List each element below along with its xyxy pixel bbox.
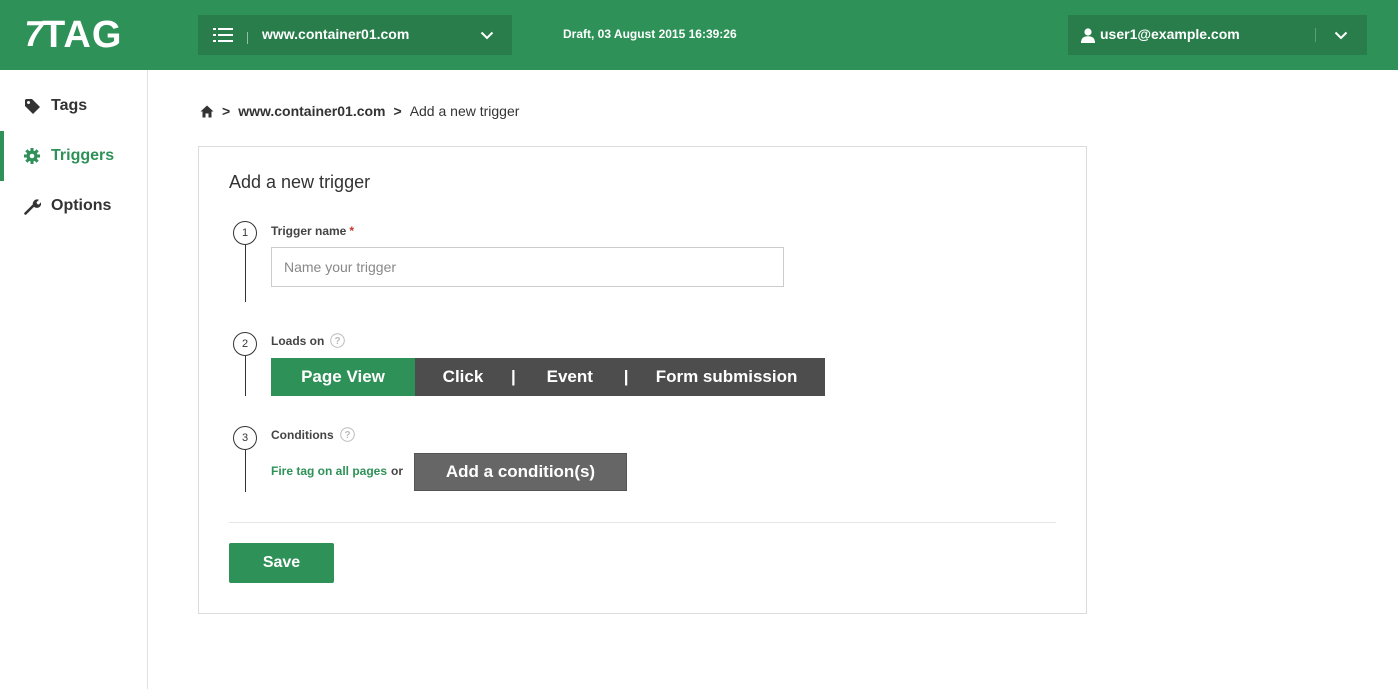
list-icon[interactable] bbox=[198, 15, 248, 55]
divider bbox=[229, 522, 1056, 523]
save-button[interactable]: Save bbox=[229, 543, 334, 583]
conditions-label: Conditions ? bbox=[271, 427, 355, 442]
required-mark: * bbox=[349, 224, 355, 238]
loads-on-event[interactable]: Event bbox=[516, 358, 624, 396]
sidebar-item-label: Options bbox=[51, 197, 112, 214]
loads-on-label: Loads on ? bbox=[271, 333, 346, 348]
loads-on-click[interactable]: Click bbox=[415, 358, 511, 396]
app-logo[interactable]: 7 TAG bbox=[21, 13, 123, 56]
logo-text: TAG bbox=[42, 14, 123, 56]
step-connector bbox=[245, 356, 246, 396]
sidebar-item-tags[interactable]: Tags bbox=[0, 81, 147, 131]
help-icon[interactable]: ? bbox=[339, 427, 355, 442]
breadcrumb-separator: > bbox=[393, 103, 402, 119]
sidebar-item-triggers[interactable]: Triggers bbox=[0, 131, 147, 181]
trigger-name-label-text: Trigger name bbox=[271, 224, 347, 238]
gear-icon bbox=[24, 148, 44, 164]
sidebar-item-label: Tags bbox=[51, 97, 88, 114]
wrench-icon bbox=[24, 198, 44, 215]
step-connector bbox=[245, 450, 246, 492]
chevron-down-icon[interactable] bbox=[1315, 15, 1367, 55]
draft-status: Draft, 03 August 2015 16:39:26 bbox=[563, 27, 737, 41]
trigger-name-input[interactable] bbox=[271, 247, 784, 287]
breadcrumb-separator: > bbox=[222, 103, 231, 119]
conditions-label-text: Conditions bbox=[271, 427, 334, 442]
fire-on-all-pages-link[interactable]: Fire tag on all pages bbox=[271, 464, 387, 478]
loads-on-selector: Page View Click | Event | Form submissio… bbox=[271, 358, 825, 396]
user-icon bbox=[1068, 27, 1100, 43]
add-condition-button[interactable]: Add a condition(s) bbox=[414, 453, 627, 491]
step-connector bbox=[245, 245, 246, 302]
loads-on-form-submission[interactable]: Form submission bbox=[629, 358, 825, 396]
loads-on-page-view[interactable]: Page View bbox=[271, 358, 415, 396]
user-email: user1@example.com bbox=[1100, 25, 1240, 42]
tag-icon bbox=[24, 98, 44, 115]
step-number-2: 2 bbox=[233, 332, 257, 356]
sidebar: Tags Triggers Options bbox=[0, 70, 148, 689]
svg-text:?: ? bbox=[344, 430, 350, 441]
or-text: or bbox=[391, 464, 404, 478]
conditions-options: Fire tag on all pages or bbox=[271, 464, 403, 478]
chevron-down-icon[interactable] bbox=[462, 31, 512, 40]
user-menu[interactable]: user1@example.com bbox=[1068, 15, 1367, 55]
breadcrumb-current: Add a new trigger bbox=[409, 103, 520, 119]
svg-text:?: ? bbox=[335, 336, 341, 347]
home-icon[interactable] bbox=[200, 105, 214, 118]
step-number-1: 1 bbox=[233, 221, 257, 245]
panel-title: Add a new trigger bbox=[229, 172, 371, 192]
loads-on-label-text: Loads on bbox=[271, 333, 325, 348]
container-selector[interactable]: www.container01.com bbox=[198, 15, 512, 55]
top-bar: 7 TAG www.container01.com Draft, 03 Augu… bbox=[0, 0, 1398, 70]
trigger-name-label: Trigger name * bbox=[271, 224, 354, 238]
breadcrumb: > www.container01.com > Add a new trigge… bbox=[200, 103, 519, 119]
sidebar-item-label: Triggers bbox=[51, 147, 115, 164]
help-icon[interactable]: ? bbox=[330, 333, 346, 348]
container-selector-value: www.container01.com bbox=[262, 25, 410, 42]
step-number-3: 3 bbox=[233, 426, 257, 450]
sidebar-item-options[interactable]: Options bbox=[0, 181, 147, 231]
breadcrumb-container-link[interactable]: www.container01.com bbox=[238, 103, 385, 119]
add-trigger-panel: Add a new trigger 1 Trigger name * 2 Loa… bbox=[198, 146, 1087, 614]
